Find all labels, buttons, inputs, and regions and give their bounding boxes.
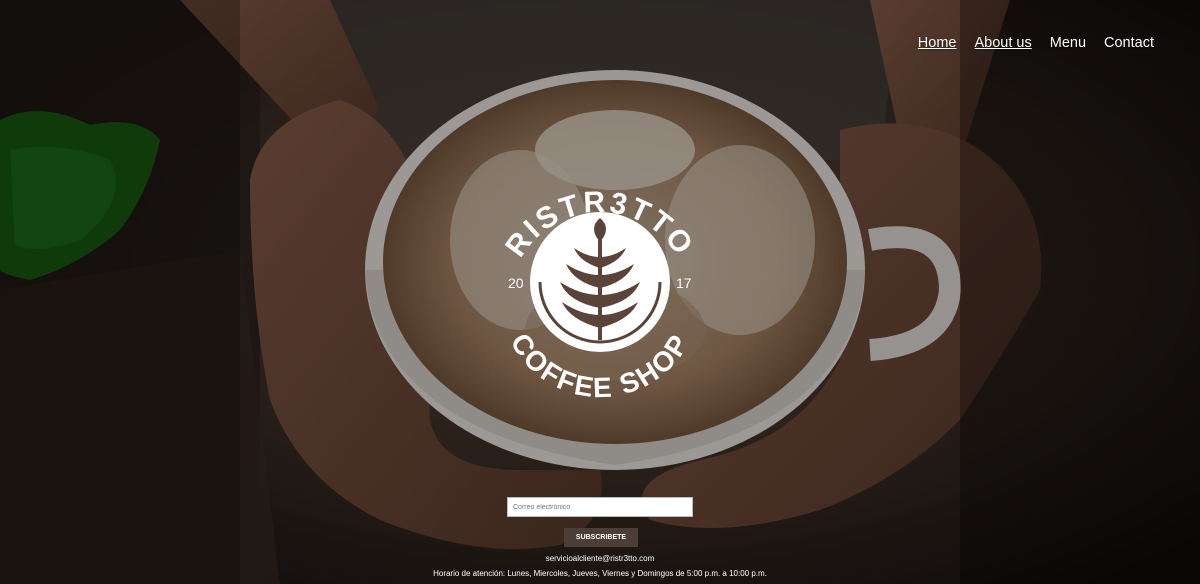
nav-home-link[interactable]: Home	[918, 35, 957, 51]
opening-hours: Horario de atención: Lunes, Miercoles, J…	[433, 569, 767, 578]
logo-year-right: 17	[676, 275, 692, 291]
contact-email: servicioalcliente@ristr3tto.com	[545, 554, 655, 563]
logo-year-left: 20	[508, 275, 524, 291]
ristr3tto-logo: RISTR3TTO COFFEE SHOP 20 17	[499, 186, 698, 404]
email-subscribe-input[interactable]	[507, 497, 693, 517]
hero-section: Home About us Menu Contact RISTR3TTO COF…	[0, 0, 1200, 584]
main-nav: Home About us Menu Contact	[900, 35, 1154, 51]
nav-menu-link[interactable]: Menu	[1050, 35, 1086, 51]
subscribe-button[interactable]: SUBSCRIBETE	[564, 528, 638, 547]
nav-about-link[interactable]: About us	[974, 35, 1031, 51]
nav-contact-link[interactable]: Contact	[1104, 35, 1154, 51]
